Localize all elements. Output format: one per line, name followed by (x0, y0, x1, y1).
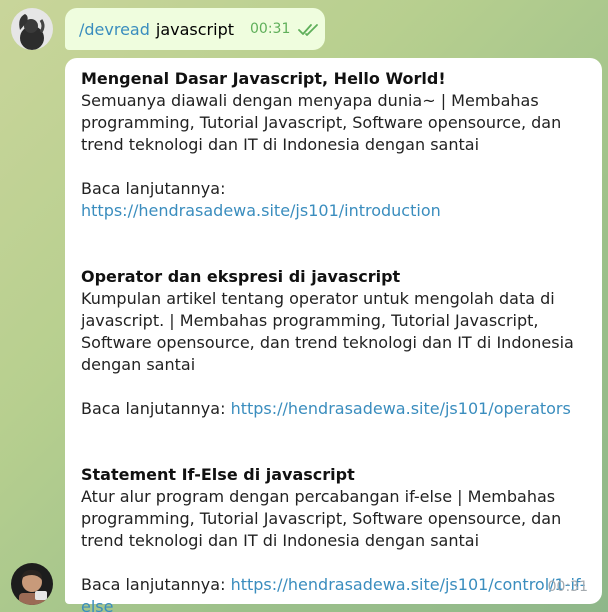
article-title: Statement If-Else di javascript (81, 465, 355, 484)
bot-command[interactable]: /devread (79, 20, 150, 39)
read-more-label: Baca lanjutannya: (81, 179, 226, 198)
article-item: Operator dan ekspresi di javascript Kump… (81, 266, 586, 420)
sender-avatar[interactable] (11, 8, 53, 50)
incoming-message[interactable]: Mengenal Dasar Javascript, Hello World! … (65, 58, 602, 612)
article-link[interactable]: https://hendrasadewa.site/js101/operator… (231, 399, 571, 418)
message-time: 00:31 (547, 579, 588, 595)
article-link[interactable]: https://hendrasadewa.site/js101/introduc… (81, 201, 441, 220)
read-more-label: Baca lanjutannya: (81, 575, 226, 594)
article-description: Kumpulan artikel tentang operator untuk … (81, 289, 574, 374)
article-title: Mengenal Dasar Javascript, Hello World! (81, 69, 446, 88)
article-description: Semuanya diawali dengan menyapa dunia~ |… (81, 91, 562, 154)
command-argument: javascript (155, 19, 234, 39)
message-time: 00:31 (250, 21, 291, 37)
double-check-icon (298, 22, 320, 36)
read-more-line: Baca lanjutannya: https://hendrasadewa.s… (81, 574, 586, 612)
read-more-line: Baca lanjutannya: https://hendrasadewa.s… (81, 398, 586, 420)
read-more-label: Baca lanjutannya: (81, 399, 226, 418)
article-description: Atur alur program dengan percabangan if-… (81, 487, 562, 550)
article-title: Operator dan ekspresi di javascript (81, 267, 401, 286)
bot-avatar[interactable] (11, 563, 53, 605)
read-more-line: Baca lanjutannya: https://hendrasadewa.s… (81, 178, 586, 222)
article-item: Mengenal Dasar Javascript, Hello World! … (81, 68, 586, 222)
outgoing-message[interactable]: /devread javascript 00:31 (65, 8, 325, 50)
article-item: Statement If-Else di javascript Atur alu… (81, 464, 586, 612)
